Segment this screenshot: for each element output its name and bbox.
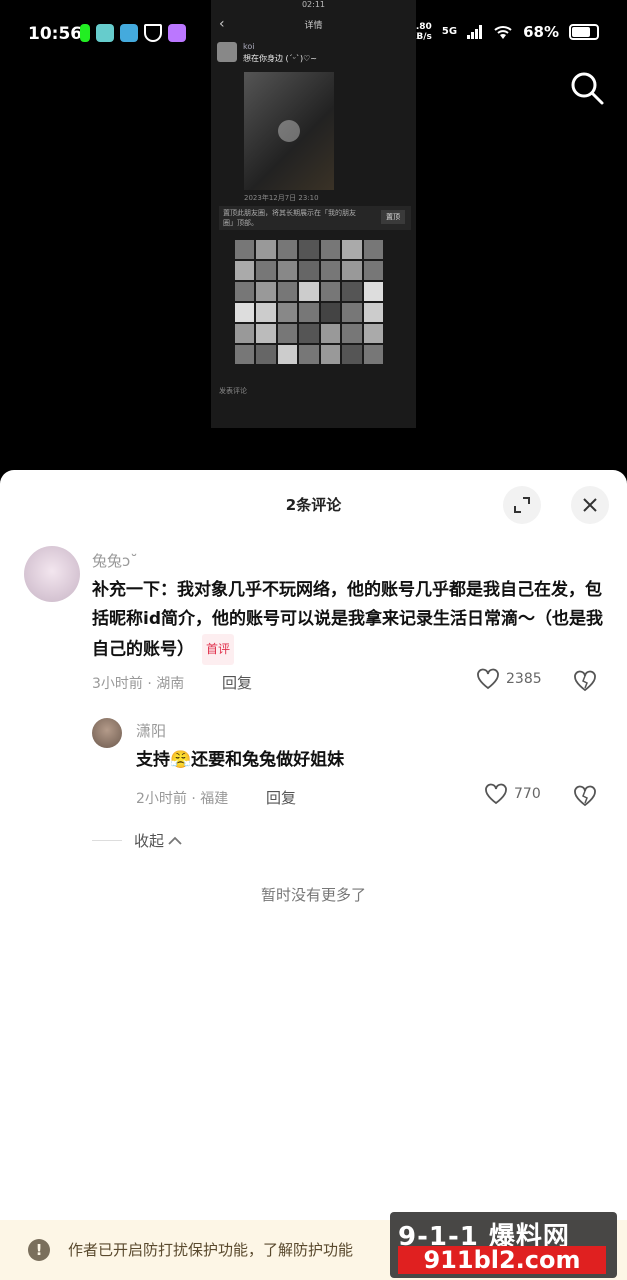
battery-icon (569, 24, 599, 40)
expand-button[interactable] (503, 486, 541, 524)
embedded-pin-button: 置顶 (381, 210, 405, 224)
heart-icon (477, 668, 499, 690)
like-button[interactable]: 770 (484, 783, 541, 805)
angry-emoji-icon: 😤 (170, 750, 192, 770)
comment-meta: 3小时前 · 湖南 (92, 676, 185, 692)
network-type: 5G (441, 26, 458, 37)
embedded-comment-input: 发表评论 (219, 386, 409, 408)
comment-body: 补充一下：我对象几乎不玩网络，他的账号几乎都是我自己在发，包括昵称id简介，他的… (92, 580, 603, 660)
app-icon (168, 24, 186, 42)
status-app-icons (80, 24, 186, 42)
embedded-avatar-grid (235, 240, 383, 364)
watermark: 9-1-1 爆料网 911bl2.com (390, 1212, 617, 1278)
like-button[interactable]: 2385 (476, 668, 542, 690)
divider (92, 840, 122, 841)
dislike-icon[interactable] (572, 783, 598, 807)
embedded-avatar (217, 42, 237, 62)
reply-button[interactable]: 回复 (266, 787, 296, 808)
commenter-name[interactable]: 兔兔ↄ˘ (92, 550, 138, 571)
comment-text: 支持😤还要和兔兔做好姐妹 (136, 746, 596, 775)
embedded-title: 详情 (304, 20, 323, 31)
embedded-time: 02:11 (301, 0, 326, 9)
heart-icon (485, 783, 507, 805)
chevron-up-icon (168, 836, 182, 845)
music-icon (80, 24, 90, 42)
like-count: 770 (514, 786, 541, 802)
expand-icon (514, 497, 530, 513)
no-more-text: 暂时没有更多了 (260, 886, 366, 904)
wifi-icon (494, 26, 512, 39)
embedded-post: koi 想在你身边 (ˊᵕˋ)♡~ (211, 38, 416, 68)
watermark-url: 911bl2.com (398, 1246, 606, 1274)
embedded-pin-bar: 置顶此朋友圈，将其长期展示在「我的朋友圈」顶部。 置顶 (219, 206, 411, 230)
first-comment-badge: 首评 (202, 634, 235, 665)
collapse-replies-button[interactable]: 收起 (92, 830, 182, 851)
like-count: 2385 (506, 671, 542, 687)
collapse-label: 收起 (134, 832, 165, 850)
close-button[interactable] (571, 486, 609, 524)
comments-sheet: 2条评论 兔兔ↄ˘ 补充一下：我对象几乎不玩网络，他的账号几乎都是我自己在发，包… (0, 470, 627, 1280)
battery-percent: 68% (523, 23, 559, 41)
embedded-video (244, 72, 334, 190)
app-icon (144, 24, 162, 42)
embedded-user: koi (243, 42, 255, 51)
signal-icon (467, 25, 483, 39)
comment-body-continued: 还要和兔兔做好姐妹 (191, 750, 345, 770)
warning-icon: ! (28, 1239, 50, 1261)
embedded-screenshot: 02:11 ‹ 详情 koi 想在你身边 (ˊᵕˋ)♡~ 2023年12月7日 … (211, 0, 416, 428)
embedded-post-text: 想在你身边 (ˊᵕˋ)♡~ (243, 54, 317, 63)
status-time: 10:56 (28, 24, 83, 44)
avatar[interactable] (92, 718, 122, 748)
play-icon (278, 120, 300, 142)
app-icon (120, 24, 138, 42)
notice-text: 作者已开启防打扰保护功能，了解防护功能 (68, 1241, 354, 1259)
embedded-date: 2023年12月7日 23:10 (244, 194, 319, 202)
embedded-placeholder: 发表评论 (219, 387, 247, 395)
close-icon (583, 498, 597, 512)
back-icon: ‹ (219, 16, 225, 32)
comment-text: 补充一下：我对象几乎不玩网络，他的账号几乎都是我自己在发，包括昵称id简介，他的… (92, 576, 607, 665)
search-icon[interactable] (569, 70, 605, 106)
comment-meta: 2小时前 · 福建 (136, 791, 229, 807)
embedded-nav: ‹ 详情 (211, 10, 416, 38)
commenter-name[interactable]: 潇阳 (136, 720, 166, 741)
comment-body: 支持 (136, 750, 170, 770)
app-icon (96, 24, 114, 42)
dislike-icon[interactable] (572, 668, 598, 692)
reply-button[interactable]: 回复 (222, 672, 252, 693)
embedded-pin-notice: 置顶此朋友圈，将其长期展示在「我的朋友圈」顶部。 (223, 209, 356, 227)
avatar[interactable] (24, 546, 80, 602)
